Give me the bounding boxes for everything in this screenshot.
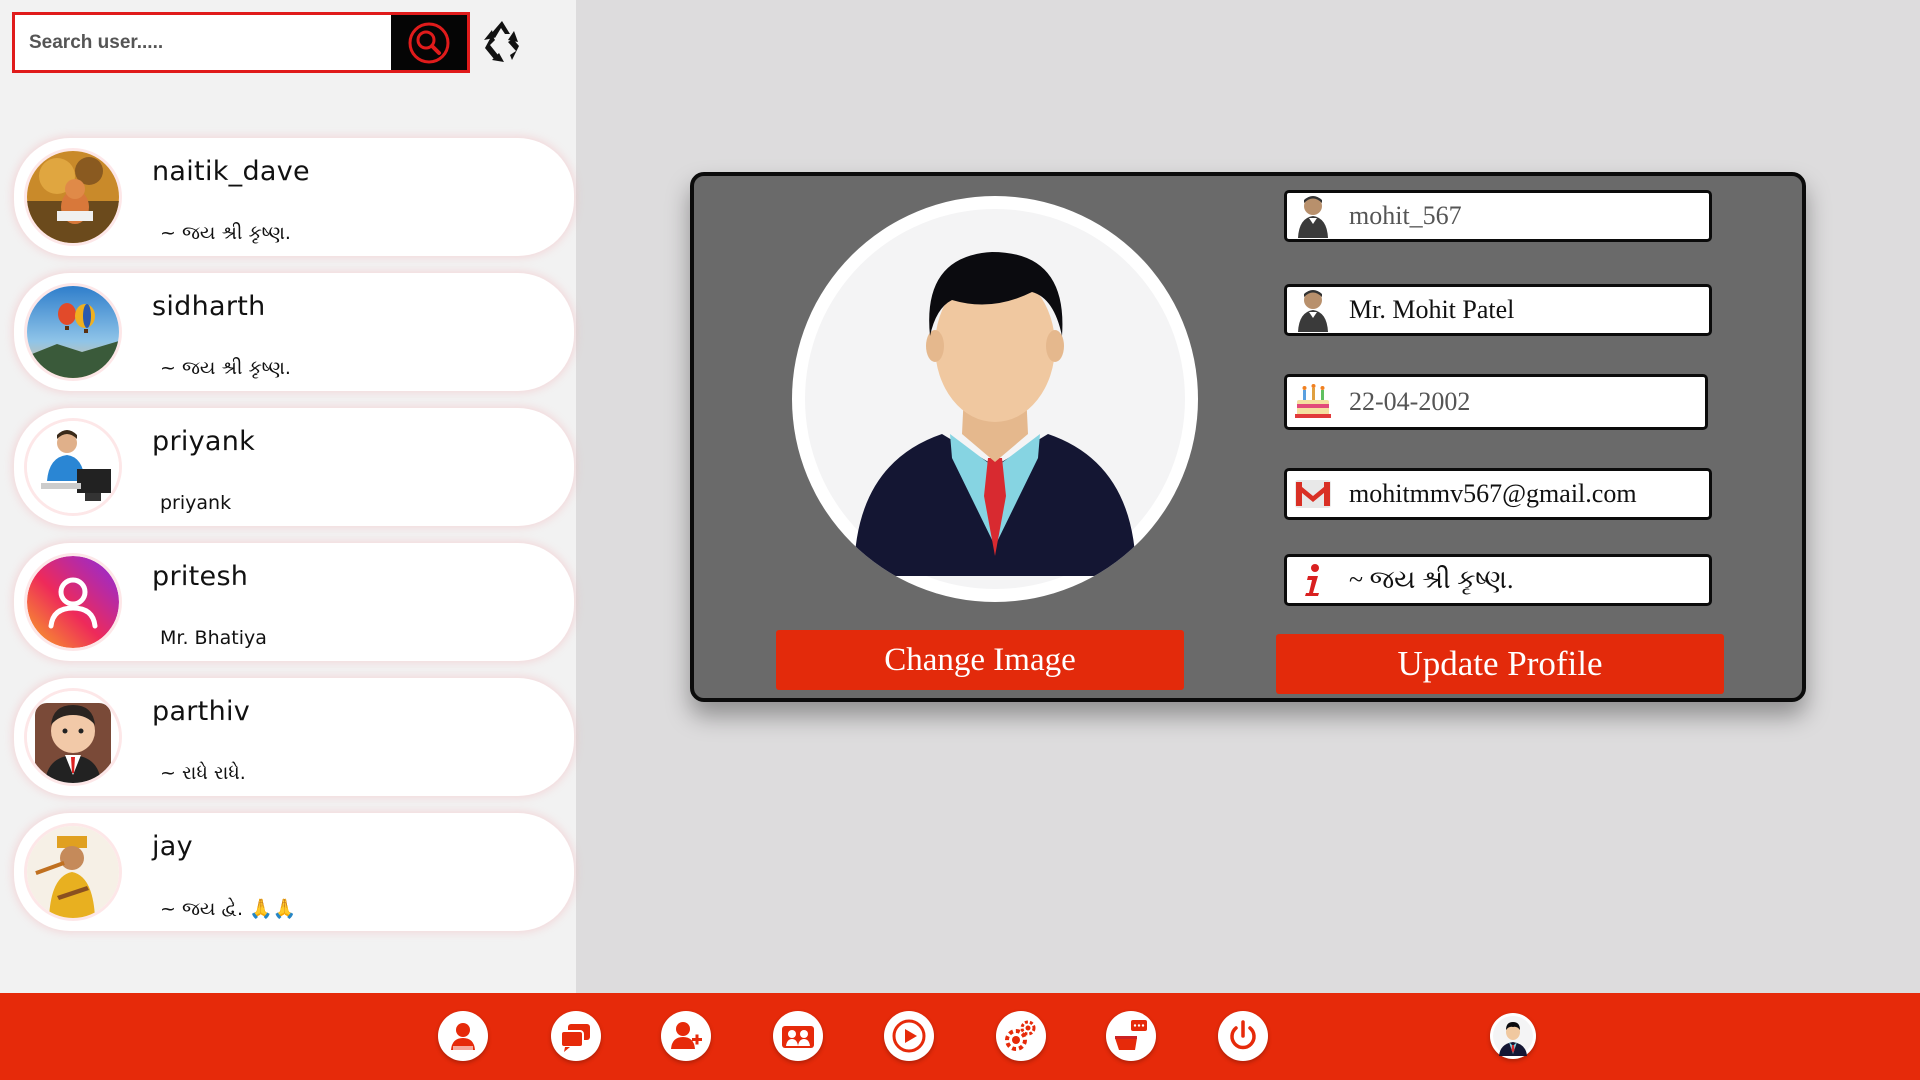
user-icon [1291, 193, 1335, 239]
username-input[interactable] [1335, 201, 1709, 231]
user-name: jay [152, 831, 193, 862]
user-status: Mr. Bhatiya [160, 627, 267, 649]
user-name: parthiv [152, 696, 251, 727]
user-avatar [27, 286, 119, 378]
my-profile-icon[interactable] [438, 1011, 488, 1061]
gmail-icon [1291, 471, 1335, 517]
user-list-item[interactable]: jay ~ જય દ્વે. 🙏🙏 [14, 813, 574, 931]
user-name: pritesh [152, 561, 249, 592]
email-field [1284, 468, 1712, 520]
user-avatar [27, 691, 119, 783]
user-status: priyank [160, 492, 232, 514]
info-icon [1291, 557, 1335, 603]
group-icon[interactable] [773, 1011, 823, 1061]
user-icon [1291, 287, 1335, 333]
chat-icon[interactable] [551, 1011, 601, 1061]
about-input[interactable] [1335, 565, 1709, 595]
user-status: ~ રાધે રાધે. [160, 762, 246, 784]
user-list-item[interactable]: sidharth ~ જય શ્રી કૃષ્ણ. [14, 273, 574, 391]
search-icon [408, 22, 450, 63]
power-icon[interactable] [1218, 1011, 1268, 1061]
email-input[interactable] [1335, 479, 1709, 509]
profile-photo [792, 196, 1198, 602]
settings-icon[interactable] [996, 1011, 1046, 1061]
cake-icon [1291, 379, 1335, 425]
fullname-field [1284, 284, 1712, 336]
about-field [1284, 554, 1712, 606]
user-name: naitik_dave [152, 156, 310, 187]
video-icon[interactable] [884, 1011, 934, 1061]
user-status: ~ જય શ્રી કૃષ્ણ. [160, 357, 291, 379]
search-input[interactable] [15, 15, 391, 70]
profile-panel: Change Image Update Profile [690, 172, 1806, 702]
user-avatar [27, 826, 119, 918]
user-list-item[interactable]: priyank priyank [14, 408, 574, 526]
search-box [12, 12, 470, 73]
user-list-item[interactable]: naitik_dave ~ જય શ્રી કૃષ્ણ. [14, 138, 574, 256]
add-user-icon[interactable] [661, 1011, 711, 1061]
user-list-item[interactable]: parthiv ~ રાધે રાધે. [14, 678, 574, 796]
bottom-nav-bar [0, 993, 1920, 1080]
search-button[interactable] [391, 15, 467, 70]
user-name: priyank [152, 426, 256, 457]
update-profile-button[interactable]: Update Profile [1276, 634, 1724, 694]
change-image-button[interactable]: Change Image [776, 630, 1184, 690]
user-avatar [27, 421, 119, 513]
user-list-item[interactable]: pritesh Mr. Bhatiya [14, 543, 574, 661]
user-status: ~ જય શ્રી કૃષ્ણ. [160, 222, 291, 244]
username-field [1284, 190, 1712, 242]
user-status: ~ જય દ્વે. 🙏🙏 [160, 898, 297, 920]
refresh-icon[interactable] [480, 18, 524, 64]
fullname-input[interactable] [1335, 295, 1709, 325]
feedback-icon[interactable] [1106, 1011, 1156, 1061]
user-name: sidharth [152, 291, 266, 322]
user-sidebar: naitik_dave ~ જય શ્રી કૃષ્ણ. sidharth ~ … [0, 0, 576, 993]
dob-field [1284, 374, 1708, 430]
account-avatar[interactable] [1490, 1013, 1536, 1059]
dob-input[interactable] [1335, 387, 1705, 417]
user-avatar [27, 151, 119, 243]
user-avatar [27, 556, 119, 648]
